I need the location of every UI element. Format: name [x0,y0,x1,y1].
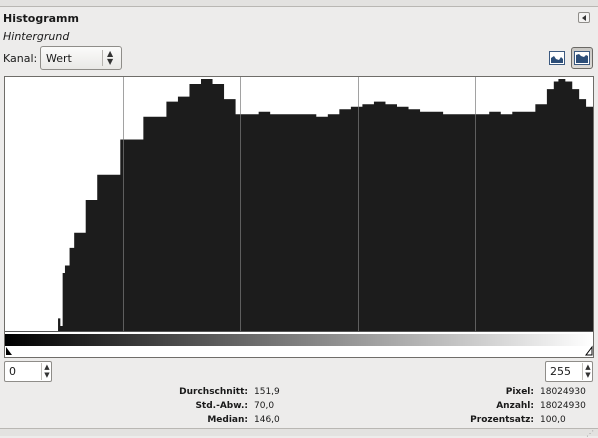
mean-value: 151,9 [254,387,280,397]
spin-arrows-icon[interactable]: ▲ ▼ [41,363,52,380]
range-end-value: 255 [550,365,571,378]
range-end-marker-icon [585,345,593,356]
histogram-chart [5,77,593,356]
collapse-left-icon [582,14,586,21]
histogram-area [5,79,593,331]
median-value: 146,0 [254,415,280,425]
count-value: 18024930 [540,401,586,411]
spin-arrows-icon[interactable]: ▲ ▼ [582,363,593,380]
median-label: Median: [207,415,248,425]
up-down-arrows-icon: ▲ ▼ [107,49,114,66]
range-start-marker-icon [6,347,12,355]
linear-mode-button[interactable] [546,47,568,69]
stddev-label: Std.-Abw.: [195,401,248,411]
range-start-value: 0 [9,365,16,378]
pixels-label: Pixel: [505,387,534,397]
value-gradient-strip [5,334,593,346]
collapse-panel-button[interactable] [578,12,590,23]
channel-select[interactable]: Wert ▲ ▼ [40,46,122,70]
histogram-view[interactable] [4,76,594,358]
count-label: Anzahl: [496,401,534,411]
linear-histogram-icon [549,51,565,65]
logarithmic-histogram-icon [574,51,590,65]
channel-select-value: Wert [46,52,72,65]
panel-title: Histogramm [3,12,79,25]
logarithmic-mode-button[interactable] [571,47,593,69]
resize-grip-icon[interactable]: ⋰ [586,429,594,438]
percentile-value: 100,0 [540,415,566,425]
range-start-input[interactable]: 0 ▲ ▼ [4,361,52,382]
mean-label: Durchschnitt: [179,387,248,397]
pixels-value: 18024930 [540,387,586,397]
panel-top-edge [0,0,598,7]
percentile-label: Prozentsatz: [470,415,534,425]
image-name: Hintergrund [3,30,70,43]
stddev-value: 70,0 [254,401,275,411]
range-end-input[interactable]: 255 ▲ ▼ [545,361,593,382]
select-divider [102,50,103,66]
channel-label: Kanal: [3,52,38,65]
